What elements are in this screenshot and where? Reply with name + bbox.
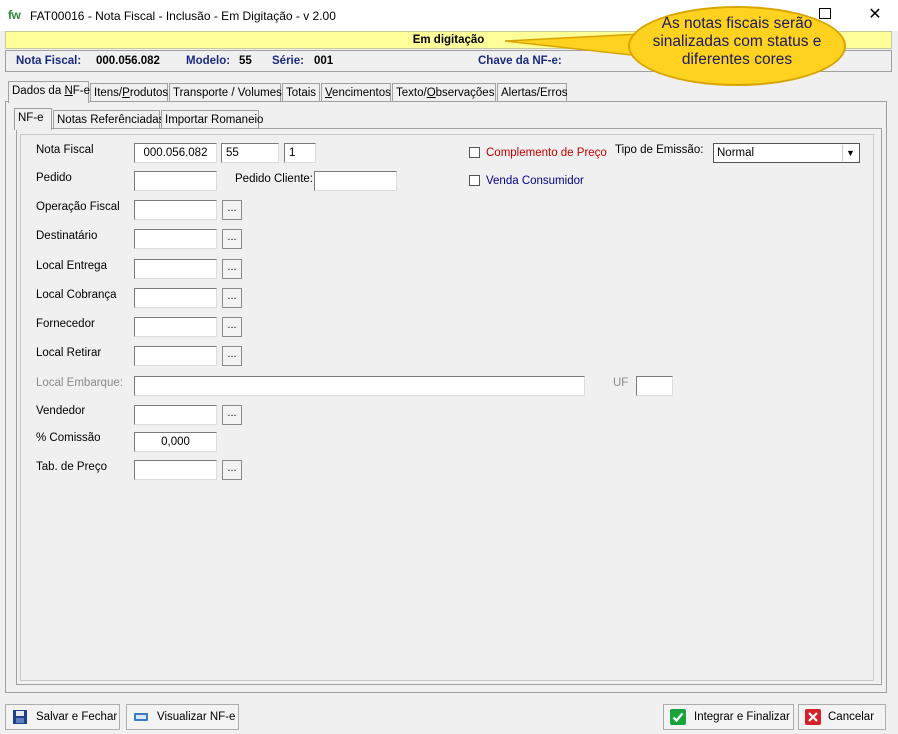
operacao-fiscal-input[interactable] (134, 200, 217, 220)
destinatario-lookup-button[interactable]: ... (222, 229, 242, 249)
modelo-value: 55 (239, 55, 252, 67)
tipo-emissao-select[interactable]: Normal ▼ (713, 143, 860, 163)
local-entrega-input[interactable] (134, 259, 217, 279)
local-entrega-lookup-button[interactable]: ... (222, 259, 242, 279)
pedido-cliente-input[interactable] (314, 171, 397, 191)
integrar-finalizar-button[interactable]: Integrar e Finalizar (663, 704, 794, 730)
tab-alertas-erros[interactable]: Alertas/Erros (497, 83, 567, 103)
tab-preco-label: Tab. de Preço (36, 461, 107, 473)
cancelar-label: Cancelar (828, 711, 875, 723)
tab-vencimentos[interactable]: Vencimentos (321, 83, 391, 103)
serie-label: Série: (272, 55, 304, 67)
operacao-fiscal-lookup-button[interactable]: ... (222, 200, 242, 220)
local-retirar-input[interactable] (134, 346, 217, 366)
nota-fiscal-modelo-input[interactable]: 55 (221, 143, 279, 163)
nota-fiscal-label: Nota Fiscal: (16, 55, 82, 67)
callout-bubble: As notas fiscais serão sinalizadas com s… (628, 6, 846, 86)
tab-preco-input[interactable] (134, 460, 217, 480)
chevron-down-icon[interactable]: ▼ (842, 145, 858, 161)
subtab-notas-referenciadas[interactable]: Notas Referênciadas (53, 110, 164, 130)
app-logo: fw (8, 8, 21, 22)
salvar-fechar-label: Salvar e Fechar (36, 711, 118, 723)
visualizar-nfe-button[interactable]: Visualizar NF-e (126, 704, 239, 730)
cancelar-button[interactable]: Cancelar (798, 704, 886, 730)
tab-itens-produtos[interactable]: Itens/Produtos (90, 83, 168, 103)
serie-value: 001 (314, 55, 334, 67)
tab-totais[interactable]: Totais (282, 83, 320, 103)
nota-fiscal-number-input[interactable]: 000.056.082 (134, 143, 217, 163)
local-embarque-input[interactable] (134, 376, 585, 396)
venda-consumidor-label[interactable]: Venda Consumidor (486, 175, 584, 187)
save-icon (13, 710, 27, 724)
local-cobranca-label: Local Cobrança (36, 289, 117, 301)
maximize-icon[interactable] (819, 8, 831, 19)
local-cobranca-input[interactable] (134, 288, 217, 308)
destinatario-input[interactable] (134, 229, 217, 249)
tipo-emissao-value: Normal (717, 147, 755, 159)
callout-tail (505, 33, 641, 57)
local-retirar-lookup-button[interactable]: ... (222, 346, 242, 366)
nota-fiscal-serie-input[interactable]: 1 (284, 143, 316, 163)
local-entrega-label: Local Entrega (36, 260, 107, 272)
destinatario-label: Destinatário (36, 230, 98, 242)
checkmark-icon (670, 709, 686, 725)
salvar-fechar-button[interactable]: Salvar e Fechar (5, 704, 120, 730)
fornecedor-lookup-button[interactable]: ... (222, 317, 242, 337)
complemento-preco-checkbox[interactable] (469, 147, 480, 158)
nota-fiscal-field-label: Nota Fiscal (36, 144, 94, 156)
comissao-label: % Comissão (36, 432, 101, 444)
close-icon[interactable]: ✕ (860, 2, 890, 28)
local-embarque-label: Local Embarque: (36, 377, 123, 389)
tab-preco-lookup-button[interactable]: ... (222, 460, 242, 480)
tab-texto-observacoes[interactable]: Texto/Observações (392, 83, 496, 103)
pedido-label: Pedido (36, 172, 72, 184)
visualizar-nfe-label: Visualizar NF-e (157, 711, 236, 723)
vendedor-input[interactable] (134, 405, 217, 425)
pedido-cliente-label: Pedido Cliente: (235, 173, 313, 185)
subtab-nfe[interactable]: NF-e (14, 108, 52, 130)
vendedor-label: Vendedor (36, 405, 86, 417)
comissao-input[interactable]: 0,000 (134, 432, 217, 452)
modelo-label: Modelo: (186, 55, 231, 67)
pedido-input[interactable] (134, 171, 217, 191)
vendedor-lookup-button[interactable]: ... (222, 405, 242, 425)
tipo-emissao-label: Tipo de Emissão: (615, 144, 704, 156)
complemento-preco-label[interactable]: Complemento de Preço (486, 147, 607, 159)
nota-fiscal-value: 000.056.082 (96, 55, 160, 67)
tab-dados-nfe[interactable]: Dados da NF-e (8, 81, 90, 103)
document-preview-icon (134, 713, 148, 721)
integrar-finalizar-label: Integrar e Finalizar (694, 711, 790, 723)
window-title: FAT00016 - Nota Fiscal - Inclusão - Em D… (30, 9, 336, 23)
operacao-fiscal-label: Operação Fiscal (36, 201, 120, 213)
local-cobranca-lookup-button[interactable]: ... (222, 288, 242, 308)
uf-input[interactable] (636, 376, 673, 396)
subtab-importar-romaneio[interactable]: Importar Romaneio (161, 110, 263, 130)
local-retirar-label: Local Retirar (36, 347, 102, 359)
fornecedor-input[interactable] (134, 317, 217, 337)
tab-transporte-volumes[interactable]: Transporte / Volumes (169, 83, 282, 103)
cancel-icon (805, 709, 821, 725)
uf-label: UF (613, 377, 629, 389)
venda-consumidor-checkbox[interactable] (469, 175, 480, 186)
fornecedor-label: Fornecedor (36, 318, 95, 330)
